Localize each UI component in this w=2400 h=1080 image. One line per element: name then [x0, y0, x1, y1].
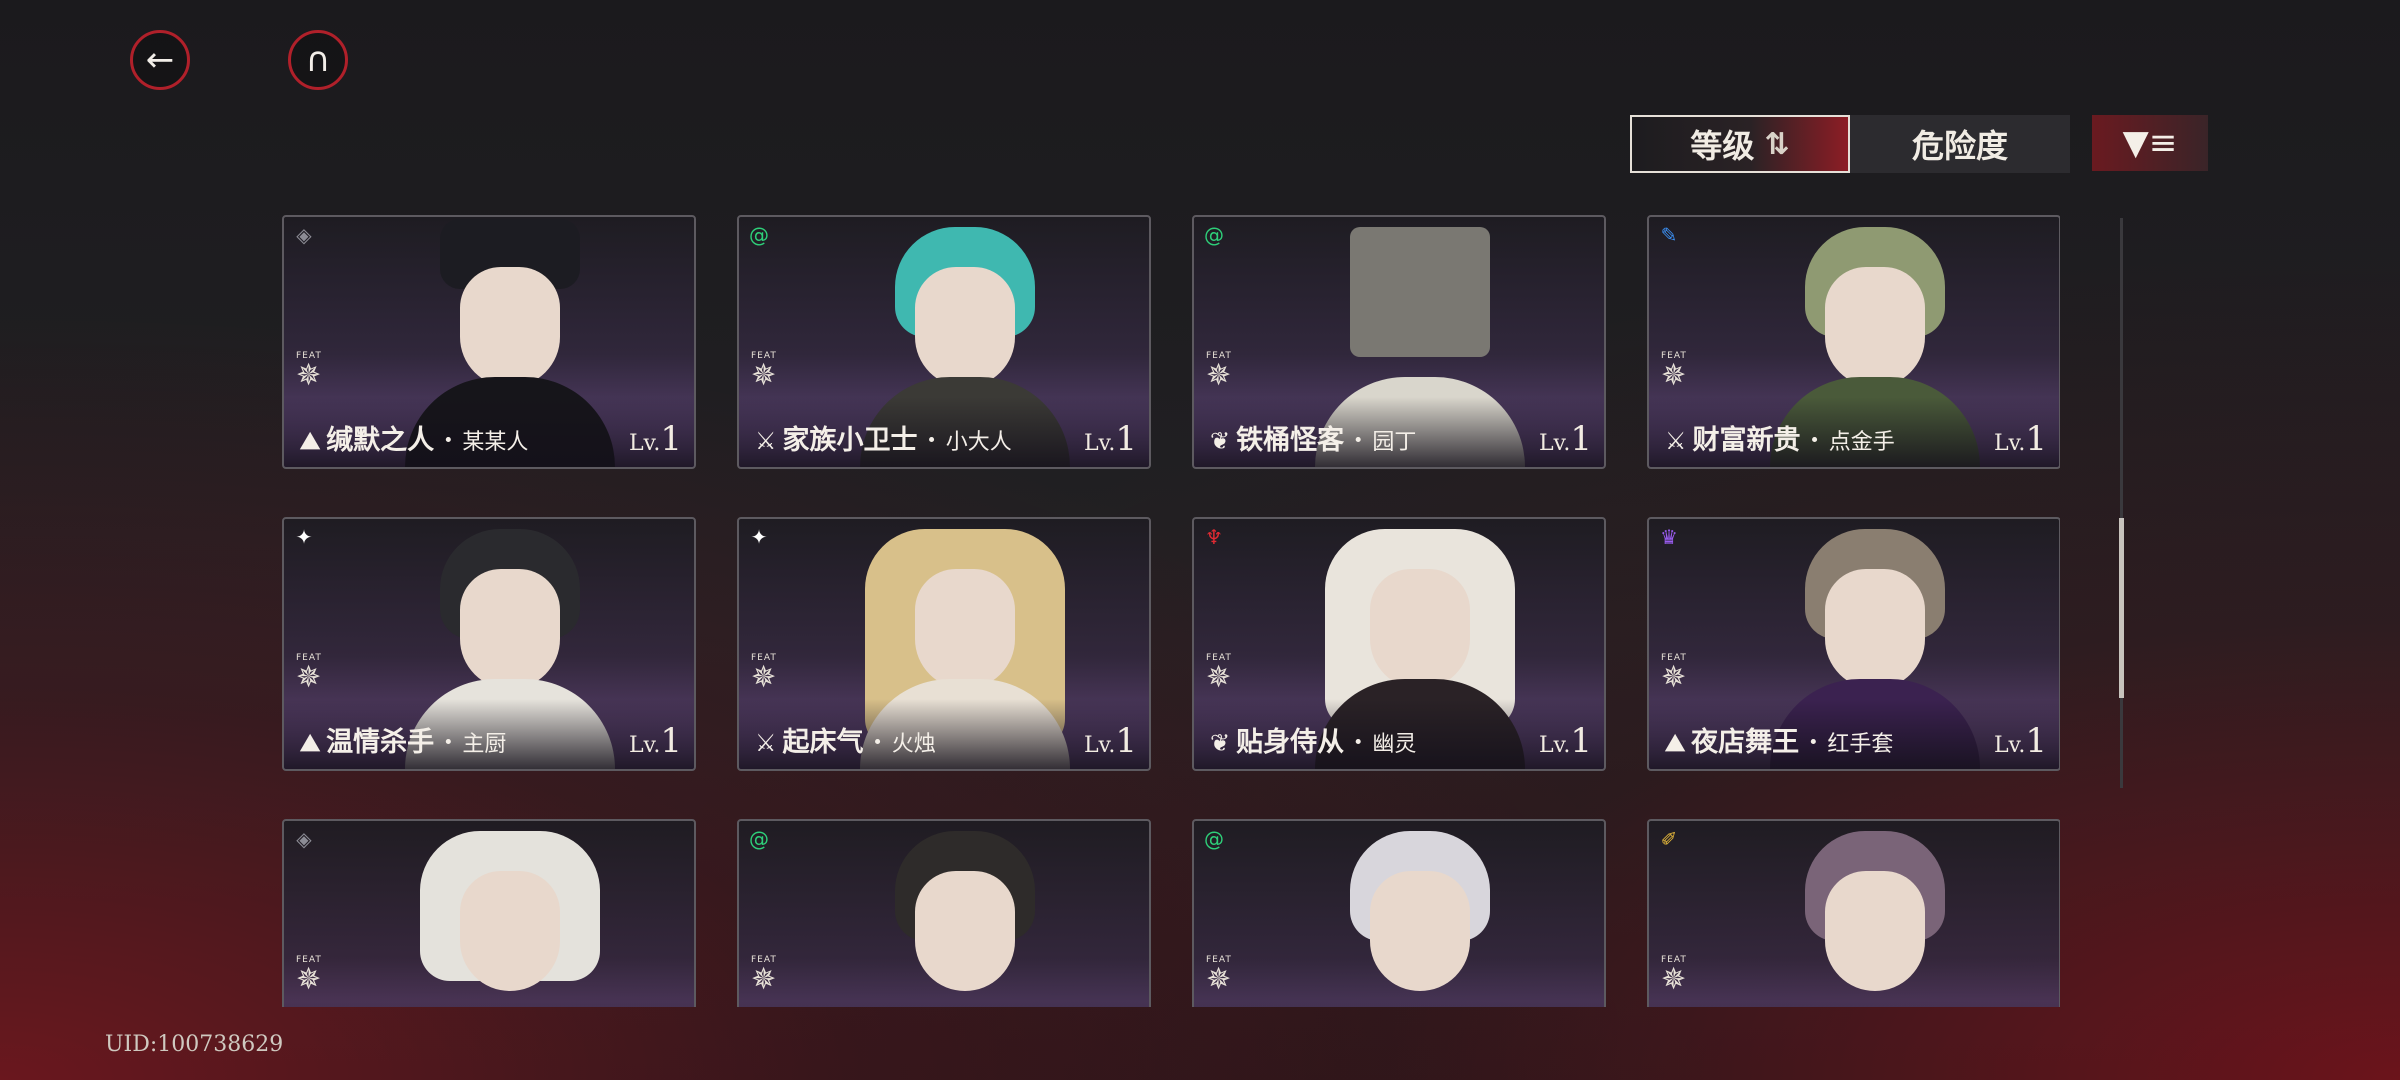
feat-badge: FEAT ✵ — [1661, 351, 1687, 393]
character-portrait — [405, 831, 615, 1007]
green-swirl-icon: @ — [749, 223, 769, 247]
purple-crown-icon: ♛ — [1660, 525, 1678, 549]
card-title: ❦ 铁桶怪客 · 园丁 — [1210, 425, 1417, 456]
card-title: ⛰ 缄默之人 · 某某人 — [300, 425, 529, 456]
butterfly-icon: ✦ — [295, 525, 313, 549]
butterfly-icon: ✦ — [750, 525, 768, 549]
class-icon: ⛰ — [1665, 729, 1686, 757]
pinwheel-icon: ✵ — [1661, 358, 1687, 393]
feat-badge: FEAT ✵ — [751, 955, 777, 997]
class-icon: ⛰ — [300, 729, 321, 757]
filter-icon: ▼≡ — [2122, 123, 2178, 163]
green-swirl-icon: @ — [749, 827, 769, 851]
card-level: Lv.1 — [1538, 419, 1592, 459]
character-card[interactable]: @ FEAT ✵ — [1192, 819, 1606, 1007]
card-level: Lv.1 — [1993, 419, 2047, 459]
back-arrow-icon: ← — [145, 40, 175, 80]
filter-button[interactable]: ▼≡ — [2092, 115, 2208, 171]
pinwheel-icon: ✵ — [296, 962, 322, 997]
class-icon: ⚔ — [755, 427, 777, 455]
character-card[interactable]: ♛ FEAT ✵ ⛰ 夜店舞王 · 红手套 Lv.1 — [1647, 517, 2060, 771]
pinwheel-icon: ✵ — [296, 660, 322, 695]
card-level: Lv.1 — [1993, 721, 2047, 761]
feat-badge: FEAT ✵ — [296, 653, 322, 695]
sort-order-icon: ⇅ — [1764, 126, 1790, 162]
home-button[interactable]: ∩ — [288, 30, 348, 90]
blue-pin-icon: ✎ — [1660, 223, 1678, 247]
pinwheel-icon: ✵ — [1206, 962, 1232, 997]
class-icon: ⛰ — [300, 427, 321, 455]
character-card[interactable]: ✦ FEAT ✵ ⛰ 温情杀手 · 主厨 Lv.1 — [282, 517, 696, 771]
feat-badge: FEAT ✵ — [751, 653, 777, 695]
character-card[interactable]: ◈ FEAT ✵ — [282, 819, 696, 1007]
class-icon: ⚔ — [1665, 427, 1687, 455]
character-card[interactable]: ◈ FEAT ✵ ⛰ 缄默之人 · 某某人 Lv.1 — [282, 215, 696, 469]
card-level: Lv.1 — [1083, 721, 1137, 761]
feat-badge: FEAT ✵ — [296, 351, 322, 393]
sort-by-danger-tab[interactable]: 危险度 — [1850, 115, 2070, 173]
uid-label: UID:100738629 — [105, 1032, 284, 1057]
home-emblem-icon: ∩ — [305, 40, 331, 80]
feat-badge: FEAT ✵ — [1206, 351, 1232, 393]
pinwheel-icon: ✵ — [1206, 660, 1232, 695]
card-title: ⚔ 财富新贵 · 点金手 — [1665, 425, 1895, 456]
character-grid: ◈ FEAT ✵ ⛰ 缄默之人 · 某某人 Lv.1 @ FEAT ✵ ⚔ 家族小卫士 … — [280, 212, 2060, 1007]
sort-danger-label: 危险度 — [1911, 127, 2008, 165]
class-icon: ❦ — [1210, 729, 1231, 757]
sort-tabs: 等级 ⇅ 危险度 — [1630, 115, 2070, 173]
character-card[interactable]: ✦ FEAT ✵ ⚔ 起床气 · 火烛 Lv.1 — [737, 517, 1151, 771]
character-portrait — [1315, 831, 1525, 1007]
red-goblet-icon: ♆ — [1205, 525, 1223, 549]
character-card[interactable]: ✐ FEAT ✵ — [1647, 819, 2060, 1007]
card-title: ❦ 贴身侍从 · 幽灵 — [1210, 727, 1417, 758]
class-icon: ❦ — [1210, 427, 1231, 455]
green-swirl-icon: @ — [1204, 223, 1224, 247]
gold-sword-icon: ✐ — [1660, 827, 1678, 851]
pinwheel-icon: ✵ — [751, 358, 777, 393]
card-level: Lv.1 — [628, 419, 682, 459]
pinwheel-icon: ✵ — [1661, 962, 1687, 997]
diamond-badge-icon: ◈ — [296, 827, 312, 851]
pinwheel-icon: ✵ — [751, 660, 777, 695]
class-icon: ⚔ — [755, 729, 777, 757]
scrollbar[interactable] — [2119, 218, 2124, 788]
character-card[interactable]: @ FEAT ✵ — [737, 819, 1151, 1007]
diamond-badge-icon: ◈ — [296, 223, 312, 247]
character-portrait — [1770, 831, 1980, 1007]
card-title: ⚔ 起床气 · 火烛 — [755, 727, 936, 758]
back-button[interactable]: ← — [130, 30, 190, 90]
feat-badge: FEAT ✵ — [1206, 653, 1232, 695]
card-title: ⛰ 温情杀手 · 主厨 — [300, 727, 507, 758]
card-level: Lv.1 — [1083, 419, 1137, 459]
feat-badge: FEAT ✵ — [1206, 955, 1232, 997]
feat-badge: FEAT ✵ — [751, 351, 777, 393]
character-card[interactable]: ✎ FEAT ✵ ⚔ 财富新贵 · 点金手 Lv.1 — [1647, 215, 2060, 469]
feat-badge: FEAT ✵ — [296, 955, 322, 997]
card-level: Lv.1 — [628, 721, 682, 761]
sort-by-level-tab[interactable]: 等级 ⇅ — [1630, 115, 1850, 173]
card-level: Lv.1 — [1538, 721, 1592, 761]
green-swirl-icon: @ — [1204, 827, 1224, 851]
pinwheel-icon: ✵ — [296, 358, 322, 393]
feat-badge: FEAT ✵ — [1661, 653, 1687, 695]
character-card[interactable]: @ FEAT ✵ ⚔ 家族小卫士 · 小大人 Lv.1 — [737, 215, 1151, 469]
pinwheel-icon: ✵ — [1206, 358, 1232, 393]
sort-level-label: 等级 — [1690, 127, 1755, 165]
character-card[interactable]: @ FEAT ✵ ❦ 铁桶怪客 · 园丁 Lv.1 — [1192, 215, 1606, 469]
pinwheel-icon: ✵ — [751, 962, 777, 997]
character-card[interactable]: ♆ FEAT ✵ ❦ 贴身侍从 · 幽灵 Lv.1 — [1192, 517, 1606, 771]
card-title: ⚔ 家族小卫士 · 小大人 — [755, 425, 1012, 456]
pinwheel-icon: ✵ — [1661, 660, 1687, 695]
feat-badge: FEAT ✵ — [1661, 955, 1687, 997]
scrollbar-thumb[interactable] — [2119, 518, 2124, 698]
character-portrait — [860, 831, 1070, 1007]
card-title: ⛰ 夜店舞王 · 红手套 — [1665, 727, 1894, 758]
